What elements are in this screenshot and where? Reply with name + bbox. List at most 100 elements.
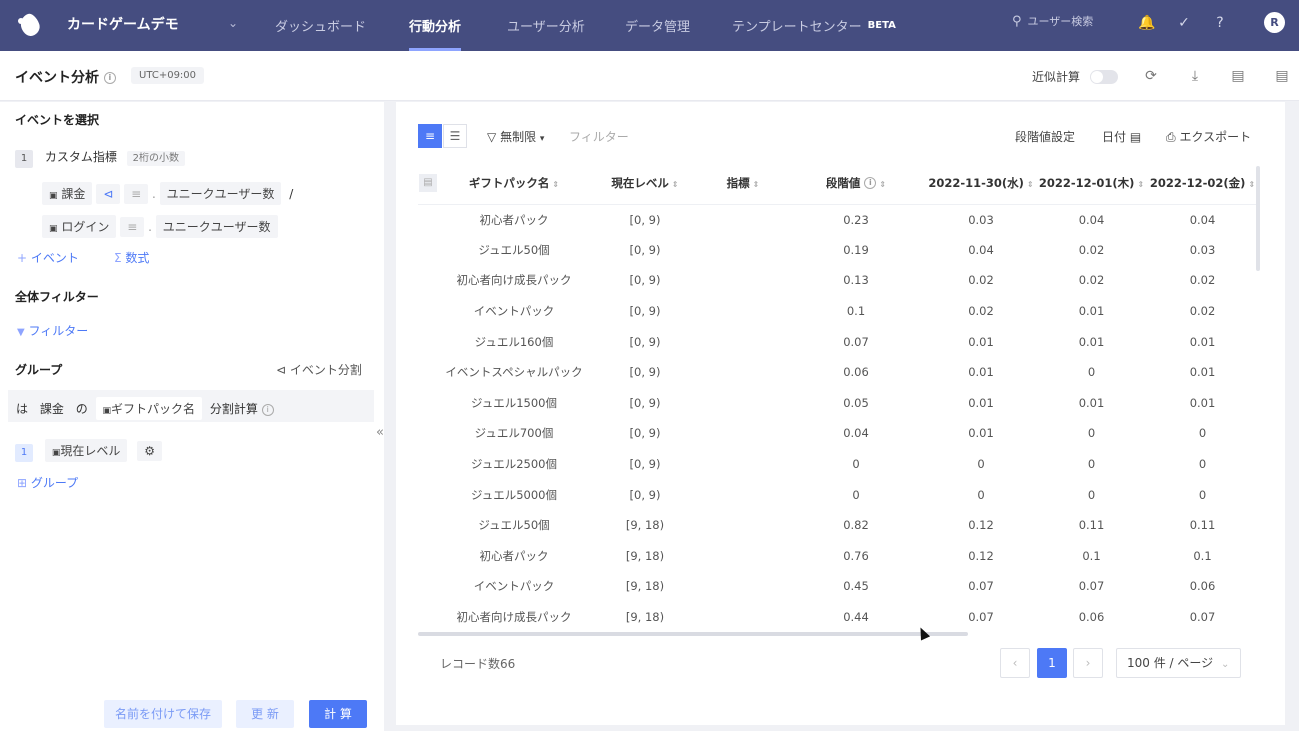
event-split-button[interactable]: ⊲ イベント分割 — [276, 361, 362, 378]
help-icon[interactable]: ? — [1211, 14, 1229, 32]
metric-row[interactable]: 1 カスタム指標 2桁の小数 — [15, 148, 186, 168]
column-header-gift-pack[interactable]: ギフトパック名 ⇕ — [438, 162, 590, 205]
cell-date-3: 0 — [1198, 487, 1207, 502]
metric-selector-1[interactable]: ユニークユーザー数 — [159, 182, 282, 205]
dashboard-add-icon[interactable]: ▤ — [1230, 68, 1246, 84]
timezone-badge: UTC+09:00 — [131, 67, 205, 84]
cell-date-3: 0.1 — [1193, 548, 1212, 563]
project-name[interactable]: カードゲームデモ — [67, 14, 179, 34]
split-event[interactable]: 課金 — [40, 402, 64, 416]
plus-icon: + — [17, 251, 28, 265]
event-icon: ▣ — [49, 191, 58, 201]
table-view-icon[interactable]: ≡ — [418, 124, 442, 148]
table-cell-spacer — [418, 265, 438, 296]
info-icon[interactable]: i — [261, 403, 274, 416]
nav-template-center-label: テンプレートセンター — [732, 20, 862, 35]
nav-behavior-analysis[interactable]: 行動分析 — [409, 0, 462, 51]
nav-user-analysis[interactable]: ユーザー分析 — [507, 0, 585, 51]
split-property-selector[interactable]: ▣ギフトパック名 — [95, 397, 203, 420]
add-group-button[interactable]: ⊞ グループ — [17, 474, 78, 491]
limit-dropdown[interactable]: ▽ 無制限 ▾ — [487, 128, 544, 145]
cell-date-3: 0.02 — [1189, 273, 1216, 288]
event-split-label: イベント分割 — [289, 363, 362, 377]
decimal-tag[interactable]: 2桁の小数 — [126, 151, 186, 166]
share-icon[interactable]: ⊲ — [96, 184, 121, 204]
event-selector-1[interactable]: ▣ 課金 — [42, 182, 93, 205]
project-dropdown-chevron-icon[interactable]: ⌄ — [228, 16, 238, 30]
user-search[interactable]: ⚲ ユーザー検索 — [1012, 13, 1093, 29]
cell-step-value: 0.07 — [843, 334, 869, 349]
avatar[interactable]: R — [1264, 12, 1285, 33]
table-row: イベントスペシャルパック [0, 9) 0.06 0.01 0 0.01 — [418, 357, 1258, 388]
download-icon[interactable]: ⤓ — [1187, 68, 1203, 84]
export-button[interactable]: ⎙ エクスポート — [1166, 128, 1251, 145]
column-header-level[interactable]: 現在レベル ⇕ — [590, 162, 700, 205]
cell-metric — [700, 479, 786, 510]
column-header-step-value[interactable]: 段階値 i ⇕ — [786, 162, 926, 205]
info-icon[interactable]: i — [103, 72, 116, 84]
funnel-icon: ▽ — [487, 130, 497, 144]
info-icon[interactable]: i — [864, 177, 877, 190]
bell-icon[interactable]: 🔔 — [1138, 14, 1156, 32]
page-title-text: イベント分析 — [15, 70, 99, 86]
approx-calc-toggle[interactable] — [1090, 70, 1118, 84]
group-property-selector[interactable]: ▣現在レベル — [44, 439, 128, 462]
add-formula-button[interactable]: Σ 数式 — [114, 249, 149, 266]
divide-operator[interactable]: / — [289, 187, 293, 201]
horizontal-scrollbar[interactable] — [418, 632, 968, 636]
table-row: ジュエル1500個 [0, 9) 0.05 0.01 0.01 0.01 — [418, 388, 1258, 419]
cell-gift-pack: 初心者向け成長パック — [456, 273, 572, 288]
cell-date-1: 0.01 — [968, 426, 994, 441]
filter-icon[interactable]: ≡ — [120, 217, 145, 237]
cell-gift-pack: イベントパック — [473, 304, 555, 319]
table-header-row: ▤ ギフトパック名 ⇕ 現在レベル ⇕ 指標 ⇕ 段階値 i ⇕ 2022-11-30(… — [418, 162, 1258, 205]
column-header-metric[interactable]: 指標 ⇕ — [700, 162, 786, 205]
app-logo-icon[interactable] — [17, 11, 45, 40]
add-formula-label: 数式 — [125, 251, 150, 265]
cell-gift-pack: ジュエル160個 — [474, 334, 554, 349]
calculate-button[interactable]: 計 算 — [309, 700, 367, 728]
cell-level: [0, 9) — [629, 334, 661, 349]
result-filter-input[interactable]: フィルター — [569, 128, 629, 145]
list-view-icon[interactable]: ☰ — [443, 124, 467, 148]
table-cell-spacer — [418, 326, 438, 357]
check-circle-icon[interactable]: ✓ — [1175, 14, 1193, 32]
cell-step-value: 0.13 — [843, 273, 869, 288]
next-page-icon[interactable]: › — [1073, 648, 1103, 678]
prev-page-icon[interactable]: ‹ — [1000, 648, 1030, 678]
report-icon[interactable]: ▤ — [1274, 68, 1290, 84]
collapse-panel-icon[interactable]: « — [376, 425, 384, 440]
cell-date-2: 0.04 — [1078, 212, 1105, 227]
cell-metric — [700, 357, 786, 388]
date-picker-button[interactable]: 日付 ▤ — [1102, 128, 1141, 145]
filter-icon[interactable]: ≡ — [124, 184, 149, 204]
column-header-date-3[interactable]: 2022-12-02(金) ⇕ — [1147, 162, 1258, 205]
vertical-scrollbar[interactable] — [1256, 166, 1260, 271]
page-size-select[interactable]: 100 件 / ページ ⌄ — [1116, 648, 1241, 678]
step-value-setting-button[interactable]: 段階値設定 — [1015, 128, 1075, 145]
metric-selector-2[interactable]: ユニークユーザー数 — [155, 215, 278, 238]
table-cell-spacer — [418, 296, 438, 327]
add-event-button[interactable]: + イベント — [17, 249, 79, 266]
nav-data-management[interactable]: データ管理 — [625, 0, 690, 51]
add-filter-button[interactable]: ▼ フィルター — [17, 322, 88, 339]
search-icon: ⚲ — [1012, 13, 1022, 29]
column-header-date-1[interactable]: 2022-11-30(水) ⇕ — [926, 162, 1036, 205]
table-cell-spacer — [418, 204, 438, 235]
table-row: ジュエル700個 [0, 9) 0.04 0.01 0 0 — [418, 418, 1258, 449]
refresh-icon[interactable]: ⟳ — [1143, 68, 1159, 84]
nav-dashboard[interactable]: ダッシュボード — [275, 0, 366, 51]
table-row: ジュエル50個 [9, 18) 0.82 0.12 0.11 0.11 — [418, 510, 1258, 541]
save-as-button[interactable]: 名前を付けて保存 — [104, 700, 222, 728]
column-header-date-2[interactable]: 2022-12-01(木) ⇕ — [1036, 162, 1147, 205]
cell-date-3: 0.02 — [1189, 304, 1216, 319]
event-selector-2[interactable]: ▣ ログイン — [42, 215, 117, 238]
column-settings-icon[interactable]: ▤ — [418, 162, 438, 205]
nav-template-center[interactable]: テンプレートセンター BETA — [732, 0, 896, 51]
settings-gear-icon[interactable]: ⚙ — [137, 441, 162, 461]
update-button[interactable]: 更 新 — [236, 700, 294, 728]
page-number[interactable]: 1 — [1037, 648, 1067, 678]
cell-date-1: 0.01 — [968, 334, 994, 349]
result-panel: ≡ ☰ ▽ 無制限 ▾ フィルター 段階値設定 日付 ▤ ⎙ エクスポート ▤ … — [396, 102, 1285, 725]
cell-gift-pack: イベントスペシャルパック — [445, 365, 583, 380]
